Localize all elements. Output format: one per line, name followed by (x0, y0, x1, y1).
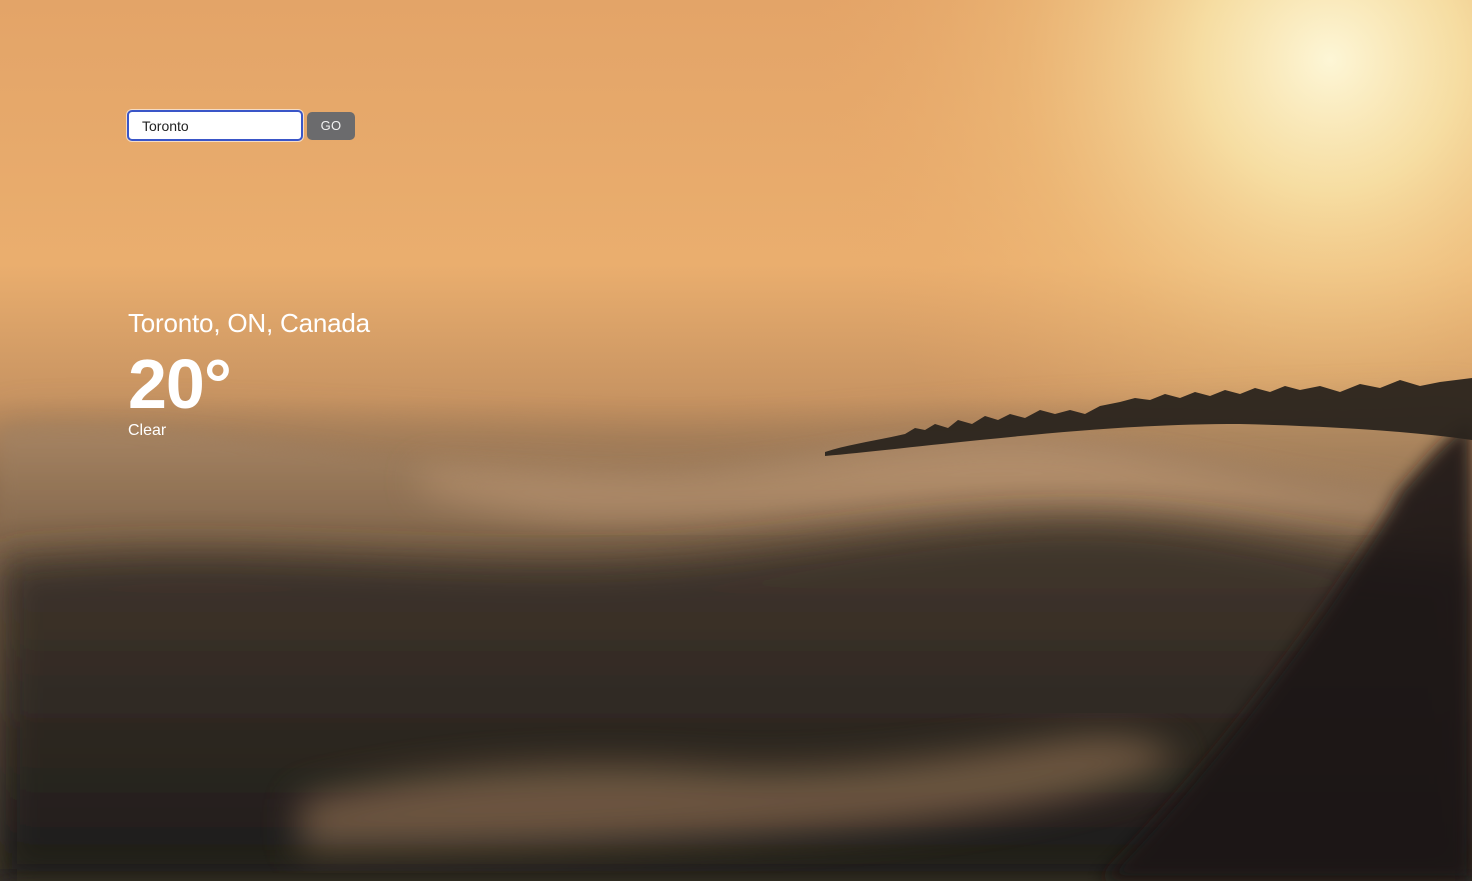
city-search-input[interactable] (127, 110, 303, 141)
go-button[interactable]: GO (307, 111, 355, 140)
weather-condition: Clear (128, 422, 167, 439)
location-label: Toronto, ON, Canada (128, 308, 370, 338)
temperature-value: 20° (128, 345, 232, 423)
weather-panel: Toronto, ON, Canada 20° Clear (128, 306, 370, 441)
search-bar: GO (127, 110, 355, 141)
